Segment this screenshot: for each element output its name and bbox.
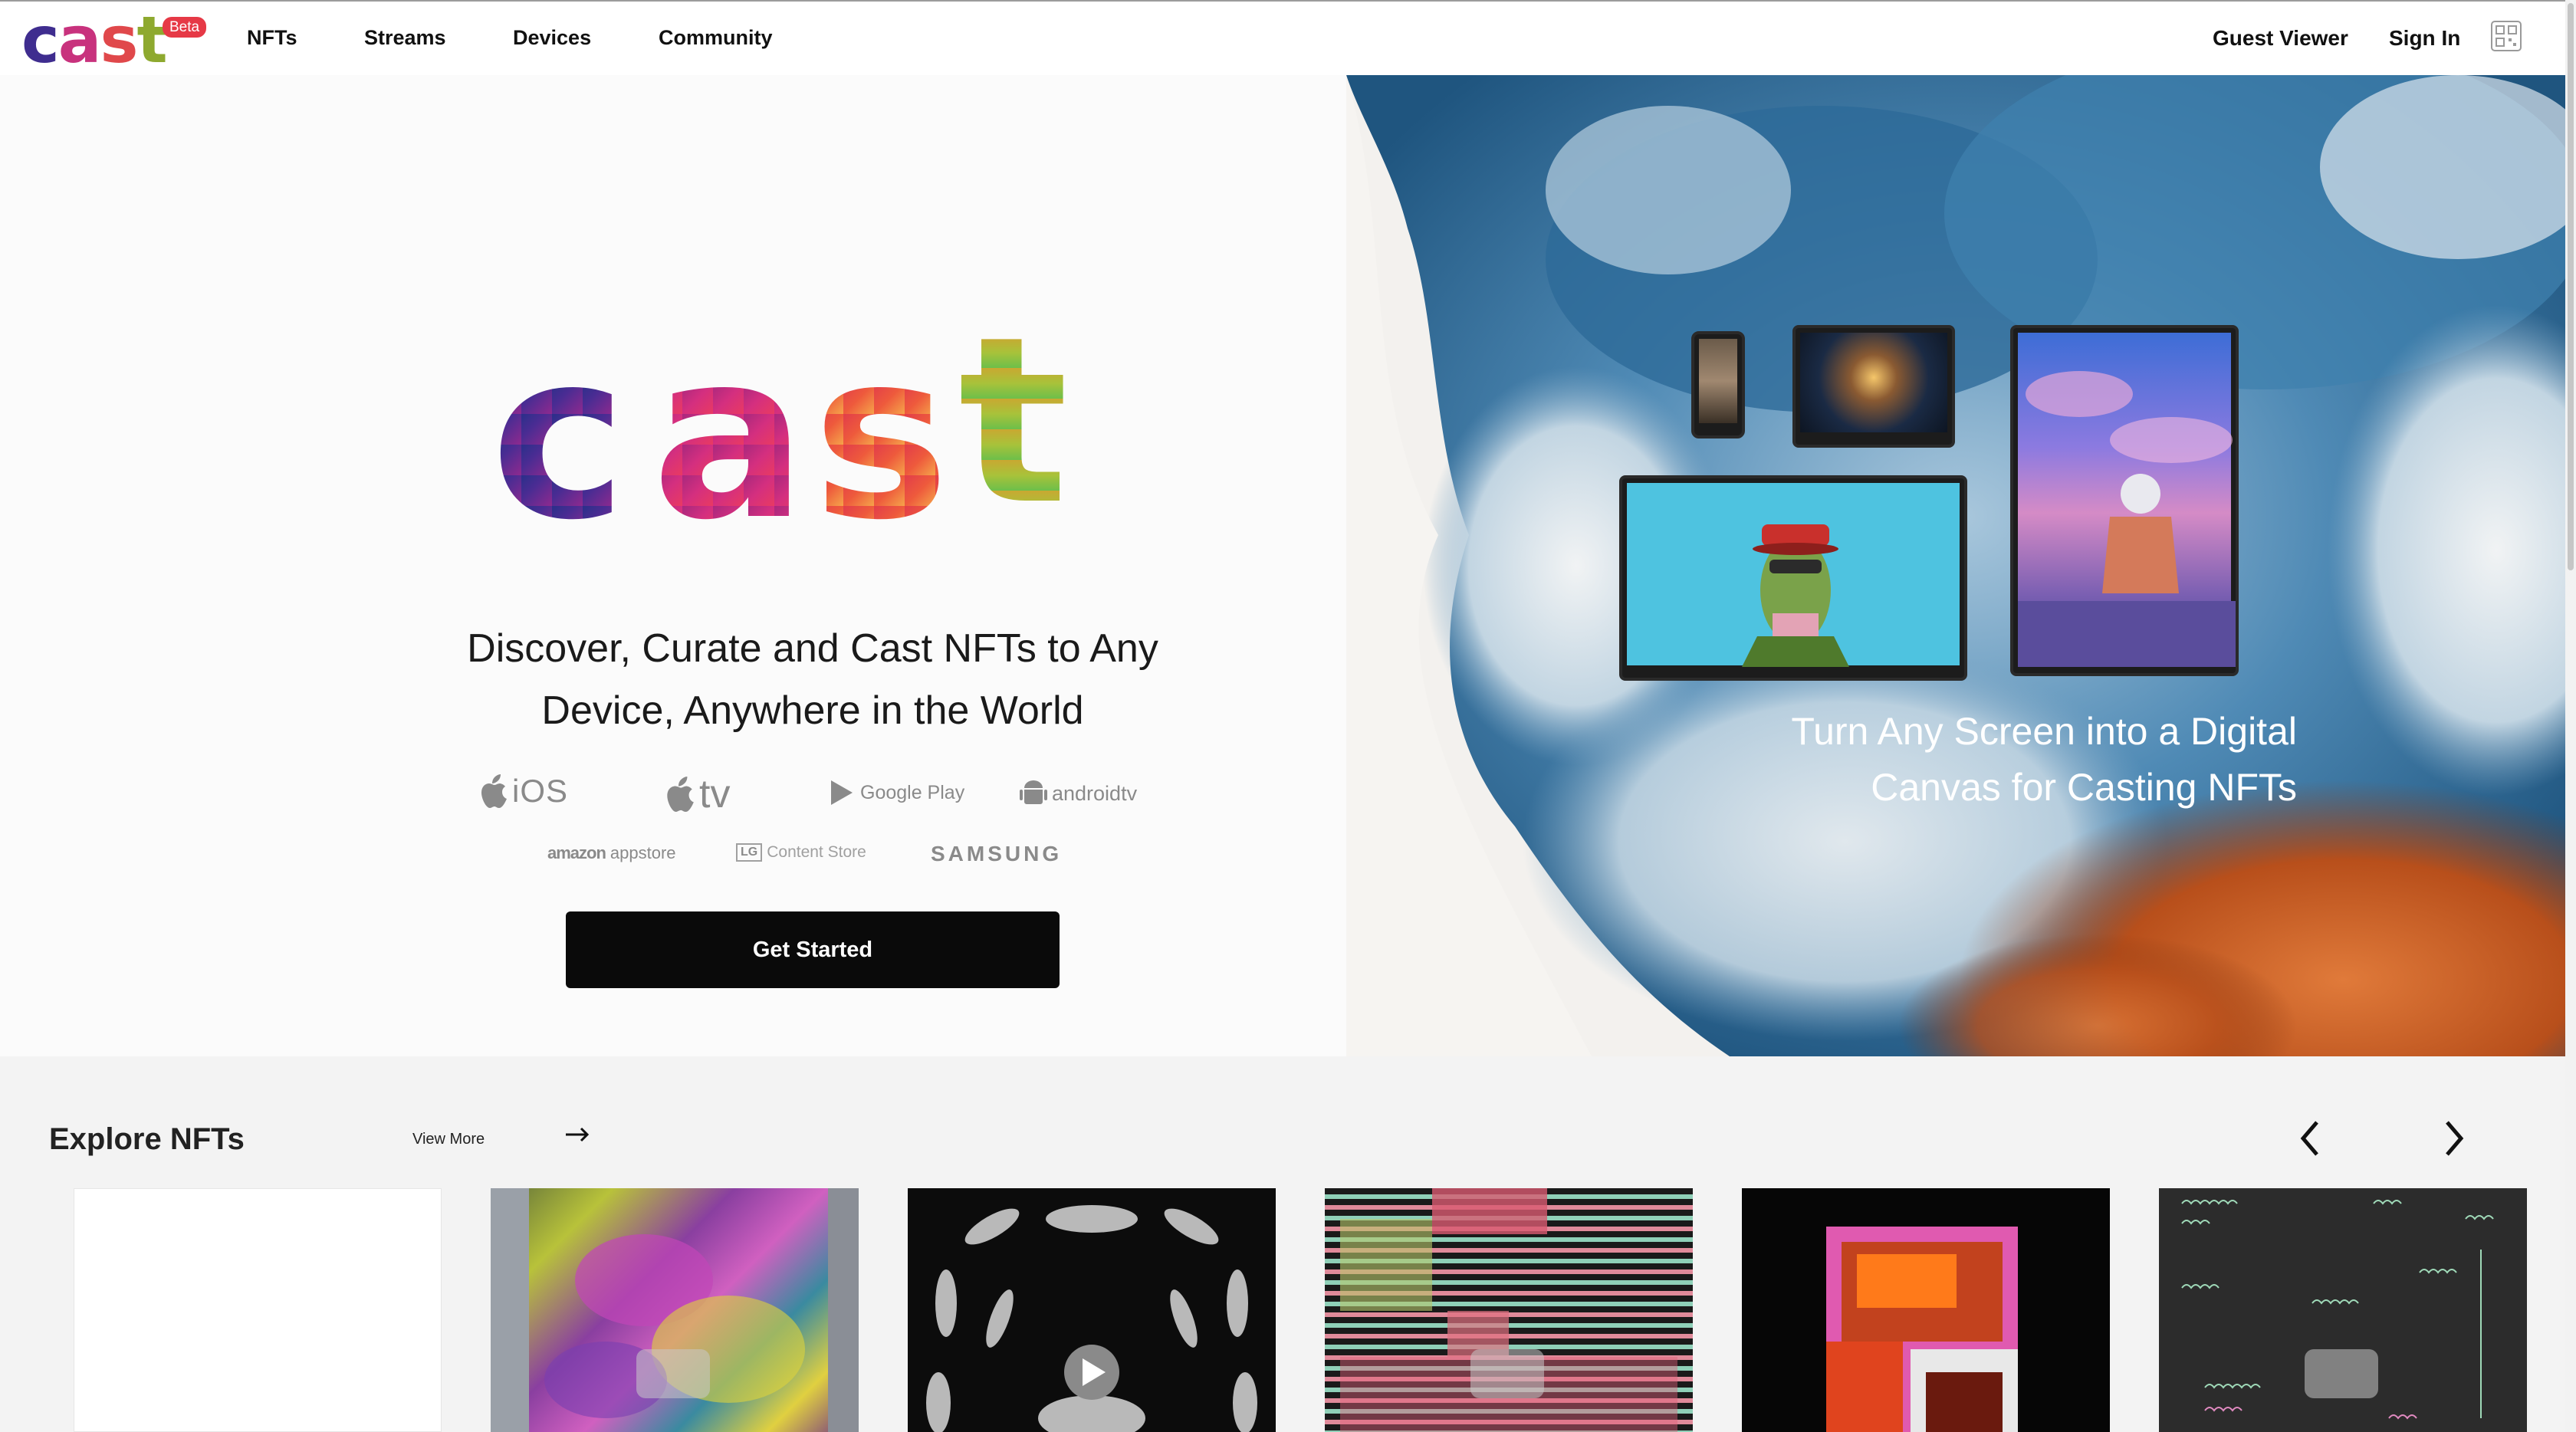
nav-streams[interactable]: Streams (364, 28, 446, 48)
cast-logo[interactable]: cast (21, 8, 168, 72)
hero-caption: Turn Any Screen into a Digital Canvas fo… (1753, 704, 2297, 815)
nft-card-ascii-pattern[interactable] (2159, 1188, 2527, 1432)
video-play-icon (2305, 1349, 2378, 1398)
tv-device (1619, 475, 1967, 681)
google-play-icon (831, 780, 853, 805)
get-started-button[interactable]: Get Started (566, 911, 1060, 988)
lg-badge: LG (736, 843, 763, 862)
google-play-platform[interactable]: Google Play (828, 779, 964, 806)
tagline-line-2: Device, Anywhere in the World (541, 688, 1084, 734)
chevron-left-icon[interactable] (2294, 1118, 2328, 1159)
hero-image-panel: Turn Any Screen into a Digital Canvas fo… (1346, 75, 2576, 1056)
appletv-platform[interactable]: tv (664, 771, 730, 817)
caption-line-2: Canvas for Casting NFTs (1871, 765, 2297, 809)
sign-in-link[interactable]: Sign In (2389, 28, 2460, 49)
phone-device (1691, 331, 1745, 438)
apple-icon (481, 774, 507, 808)
portrait-screen (2018, 333, 2236, 667)
nft-card-blank[interactable] (74, 1188, 442, 1432)
google-play-label: Google Play (860, 781, 965, 803)
tv-label: tv (699, 772, 731, 816)
nft-card-orange-doorway[interactable] (1742, 1188, 2110, 1432)
video-play-icon (636, 1349, 710, 1398)
silver-ovals-art (926, 1205, 1257, 1432)
explore-title: Explore NFTs (49, 1122, 245, 1156)
nav-nfts[interactable]: NFTs (247, 28, 297, 48)
scrollbar-thumb[interactable] (2568, 3, 2574, 570)
tagline-line-1: Discover, Curate and Cast NFTs to Any (467, 626, 1158, 671)
androidtv-label: androidtv (1052, 781, 1138, 805)
portrait-display-device (2010, 325, 2239, 676)
android-icon (1020, 780, 1047, 804)
ios-platform[interactable]: iOS (478, 773, 568, 810)
nft-card-colorful-fur[interactable] (491, 1188, 859, 1432)
chevron-right-icon[interactable] (2436, 1118, 2470, 1159)
nav-devices[interactable]: Devices (513, 28, 591, 48)
explore-nfts-section: Explore NFTs View More (0, 1056, 2565, 1432)
amazon-appstore-platform[interactable]: amazon appstore (547, 843, 676, 863)
tv-screen (1627, 483, 1960, 667)
appstore-label: appstore (610, 843, 676, 862)
orange-doorway-art (1826, 1227, 2018, 1432)
caption-line-1: Turn Any Screen into a Digital (1791, 710, 2297, 753)
top-nav: cast Beta NFTs Streams Devices Community… (0, 0, 2576, 75)
phone-screen (1699, 339, 1737, 423)
arrow-right-icon[interactable] (564, 1125, 592, 1144)
lg-content-store-platform[interactable]: LG Content Store (736, 843, 866, 862)
guest-viewer-link[interactable]: Guest Viewer (2213, 28, 2348, 49)
video-play-icon (1470, 1349, 1544, 1398)
hero-left-panel: c a s t Discover, Curate and Cast NFTs t… (0, 75, 1346, 1056)
astronaut-nft-art (2018, 371, 2236, 667)
tablet-device (1792, 325, 1955, 448)
samsung-platform[interactable]: SAMSUNG (931, 842, 1062, 866)
qr-code-icon[interactable] (2490, 20, 2522, 52)
samsung-label: SAMSUNG (931, 842, 1063, 865)
cast-hero-logo: c a s t (491, 287, 1068, 570)
view-more-link[interactable]: View More (412, 1131, 485, 1147)
nft-card-stripes[interactable] (1325, 1188, 1693, 1432)
platform-logos: iOS tv Google Play androidtv amazon apps… (468, 771, 1173, 886)
nav-community[interactable]: Community (659, 28, 773, 48)
amazon-label: amazon (547, 843, 606, 862)
beta-badge: Beta (163, 17, 207, 38)
nft-card-silver-ovals[interactable] (908, 1188, 1276, 1432)
ape-nft-art (1742, 524, 1849, 667)
content-store-label: Content Store (767, 843, 866, 861)
ios-label: iOS (512, 773, 569, 809)
apple-tv-icon (667, 777, 694, 812)
hero-tagline: Discover, Curate and Cast NFTs to Any De… (429, 618, 1196, 742)
androidtv-platform[interactable]: androidtv (1020, 779, 1137, 808)
tablet-screen (1800, 333, 1947, 432)
